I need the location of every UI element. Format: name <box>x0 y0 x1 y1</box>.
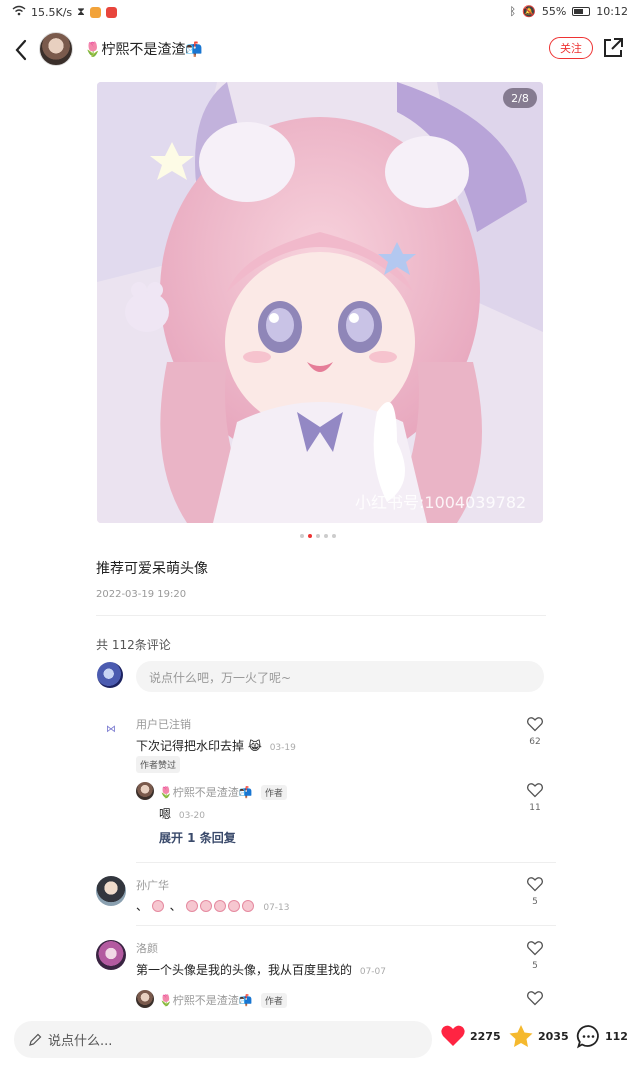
bottom-action-bar: 说点什么... 2275 2035 112 <box>0 1010 640 1067</box>
commenter-avatar[interactable] <box>96 940 126 970</box>
app-notification-icon <box>105 6 117 18</box>
comment-text: 下次记得把水印去掉 😹 03-19 <box>136 737 296 754</box>
bottom-input-placeholder: 说点什么... <box>48 1034 113 1049</box>
comment-like-count: 62 <box>529 737 541 747</box>
laughing-emoji-icon: 😹 <box>247 739 262 753</box>
heart-icon[interactable] <box>526 781 544 799</box>
reply-username[interactable]: 🌷柠熙不是渣渣📬 作者 <box>159 784 287 800</box>
battery-percent: 55% <box>541 5 567 18</box>
reply-date: 03-20 <box>178 811 205 821</box>
back-arrow-icon[interactable] <box>10 36 34 64</box>
comment-date: 03-19 <box>269 743 296 753</box>
heart-filled-icon <box>441 1025 465 1046</box>
post-title: 推荐可爱呆萌头像 <box>96 561 208 577</box>
comment-like-count: 5 <box>532 897 538 907</box>
divider <box>136 925 556 926</box>
commenter-avatar[interactable] <box>96 876 126 906</box>
author-name[interactable]: 🌷柠熙不是渣渣📬 <box>84 39 203 59</box>
reply-username[interactable]: 🌷柠熙不是渣渣📬 作者 <box>159 992 287 1008</box>
expand-replies-link[interactable]: 展开 1 条回复 <box>159 829 236 846</box>
sticker-emoji-icon <box>213 900 226 912</box>
sticker-emoji-icon <box>241 900 254 912</box>
bottom-comment-input[interactable]: 说点什么... <box>14 1021 432 1058</box>
reply-avatar[interactable] <box>136 782 154 800</box>
sticker-emoji-icon <box>199 900 212 912</box>
sticker-emoji-icon <box>185 900 198 912</box>
wifi-icon <box>12 5 26 19</box>
comment-text: 第一个头像是我的头像，我从百度里找的 07-07 <box>136 961 386 978</box>
comment-input[interactable]: 说点什么吧，万一火了呢~ <box>136 661 544 692</box>
like-count: 2275 <box>470 1029 501 1043</box>
image-page-indicator: 2/8 <box>503 88 537 108</box>
heart-icon[interactable] <box>526 715 544 733</box>
author-avatar[interactable] <box>39 32 73 66</box>
anime-girl-illustration <box>97 82 543 523</box>
carousel-dot[interactable] <box>316 534 320 538</box>
comment-body: 第一个头像是我的头像，我从百度里找的 <box>136 963 353 977</box>
hourglass-icon: ⧗ <box>77 5 85 18</box>
star-filled-icon <box>509 1025 533 1047</box>
carousel-dot[interactable] <box>300 534 304 538</box>
divider <box>96 615 546 616</box>
comment-bubble-icon <box>576 1025 599 1049</box>
current-user-avatar <box>97 662 123 688</box>
comment-body: 下次记得把水印去掉 <box>136 739 245 753</box>
mute-icon: 🔕 <box>522 5 536 18</box>
share-icon[interactable] <box>601 36 625 60</box>
bow-icon[interactable]: ⋈ <box>98 716 124 742</box>
heart-icon[interactable] <box>526 875 544 893</box>
comment-date: 07-07 <box>359 967 386 977</box>
reply-like-count: 11 <box>529 803 541 813</box>
collect-button[interactable]: 2035 <box>508 1024 569 1049</box>
status-bar: 15.5K/s ⧗ ᛒ 🔕 55% 10:12 <box>0 0 640 24</box>
reply-user-name[interactable]: 🌷柠熙不是渣渣📬 <box>159 786 252 799</box>
image-watermark: 小红书号:1004039782 <box>355 493 527 512</box>
clock: 10:12 <box>596 5 628 18</box>
pencil-icon <box>29 1033 42 1046</box>
carousel-dots <box>300 534 336 538</box>
author-liked-badge: 作者赞过 <box>136 756 181 773</box>
bluetooth-icon: ᛒ <box>509 5 517 18</box>
sticker-emoji-icon <box>227 900 240 912</box>
network-speed: 15.5K/s <box>31 5 73 19</box>
author-tag: 作者 <box>260 785 287 800</box>
comment-username[interactable]: 孙广华 <box>136 877 169 893</box>
author-tag: 作者 <box>260 993 287 1008</box>
comment-button[interactable]: 112 <box>576 1024 628 1049</box>
divider <box>136 862 556 863</box>
heart-icon[interactable] <box>526 939 544 957</box>
carousel-dot-active[interactable] <box>308 534 312 538</box>
reply-text: 嗯 03-20 <box>159 805 205 822</box>
reply-user-name[interactable]: 🌷柠熙不是渣渣📬 <box>159 994 252 1007</box>
reply-body: 嗯 <box>159 807 172 821</box>
app-notification-icon <box>89 6 101 18</box>
comment-text: 、 、 07-13 <box>136 897 290 914</box>
comment-like-count: 5 <box>532 961 538 971</box>
like-button[interactable]: 2275 <box>440 1024 501 1048</box>
carousel-dot[interactable] <box>332 534 336 538</box>
battery-icon <box>572 7 591 16</box>
collect-count: 2035 <box>538 1030 569 1043</box>
comment-username[interactable]: 用户已注销 <box>136 716 191 732</box>
carousel-dot[interactable] <box>324 534 328 538</box>
post-date: 2022-03-19 19:20 <box>96 589 187 600</box>
comment-username[interactable]: 洛颜 <box>136 940 158 956</box>
sticker-emoji-icon <box>151 900 164 912</box>
heart-icon[interactable] <box>526 989 544 1007</box>
reply-avatar[interactable] <box>136 990 154 1008</box>
post-image[interactable] <box>97 82 543 523</box>
comment-count: 共 112条评论 <box>96 638 171 652</box>
follow-button[interactable]: 关注 <box>549 37 593 59</box>
comment-separator: 、 <box>169 899 182 913</box>
post-header: 🌷柠熙不是渣渣📬 关注 <box>0 28 640 72</box>
comment-total-count: 112 <box>605 1030 628 1043</box>
comment-body: 、 <box>136 899 149 913</box>
comment-date: 07-13 <box>263 903 290 913</box>
